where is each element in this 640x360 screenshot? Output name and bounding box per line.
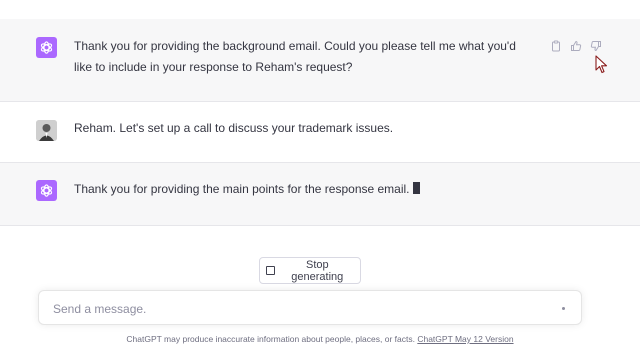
chatgpt-avatar-icon (36, 37, 57, 58)
disclaimer-footer: ChatGPT may produce inaccurate informati… (0, 333, 640, 345)
version-link[interactable]: ChatGPT May 12 Version (417, 334, 513, 344)
message-actions (550, 39, 602, 52)
user-photo-icon (36, 120, 57, 141)
mouse-pointer-icon (595, 55, 608, 74)
typing-cursor (412, 182, 420, 194)
message-text: Thank you for providing the background e… (74, 39, 516, 74)
user-avatar (36, 120, 57, 141)
previous-message-strip (0, 0, 640, 20)
openai-logo-icon (40, 184, 53, 197)
message-composer[interactable] (38, 290, 582, 325)
send-button-icon[interactable] (562, 307, 565, 310)
assistant-message-streaming: Thank you for providing the main points … (0, 163, 640, 226)
message-text: Thank you for providing the main points … (74, 182, 410, 196)
user-message: Reham. Let's set up a call to discuss yo… (0, 102, 640, 163)
assistant-message: Thank you for providing the background e… (0, 19, 640, 102)
openai-logo-icon (40, 41, 53, 54)
message-text-container: Thank you for providing the main points … (74, 179, 534, 200)
message-text: Reham. Let's set up a call to discuss yo… (74, 121, 394, 135)
stop-generating-button[interactable]: Stop generating (259, 257, 361, 284)
thumbs-up-icon[interactable] (570, 39, 582, 51)
thumbs-down-icon[interactable] (590, 39, 602, 52)
stop-square-icon (266, 266, 275, 275)
disclaimer-text: ChatGPT may produce inaccurate informati… (126, 334, 415, 344)
clipboard-icon[interactable] (550, 39, 562, 52)
stop-generating-label: Stop generating (291, 258, 344, 283)
message-input[interactable] (51, 298, 535, 320)
chatgpt-avatar-icon (36, 180, 57, 201)
